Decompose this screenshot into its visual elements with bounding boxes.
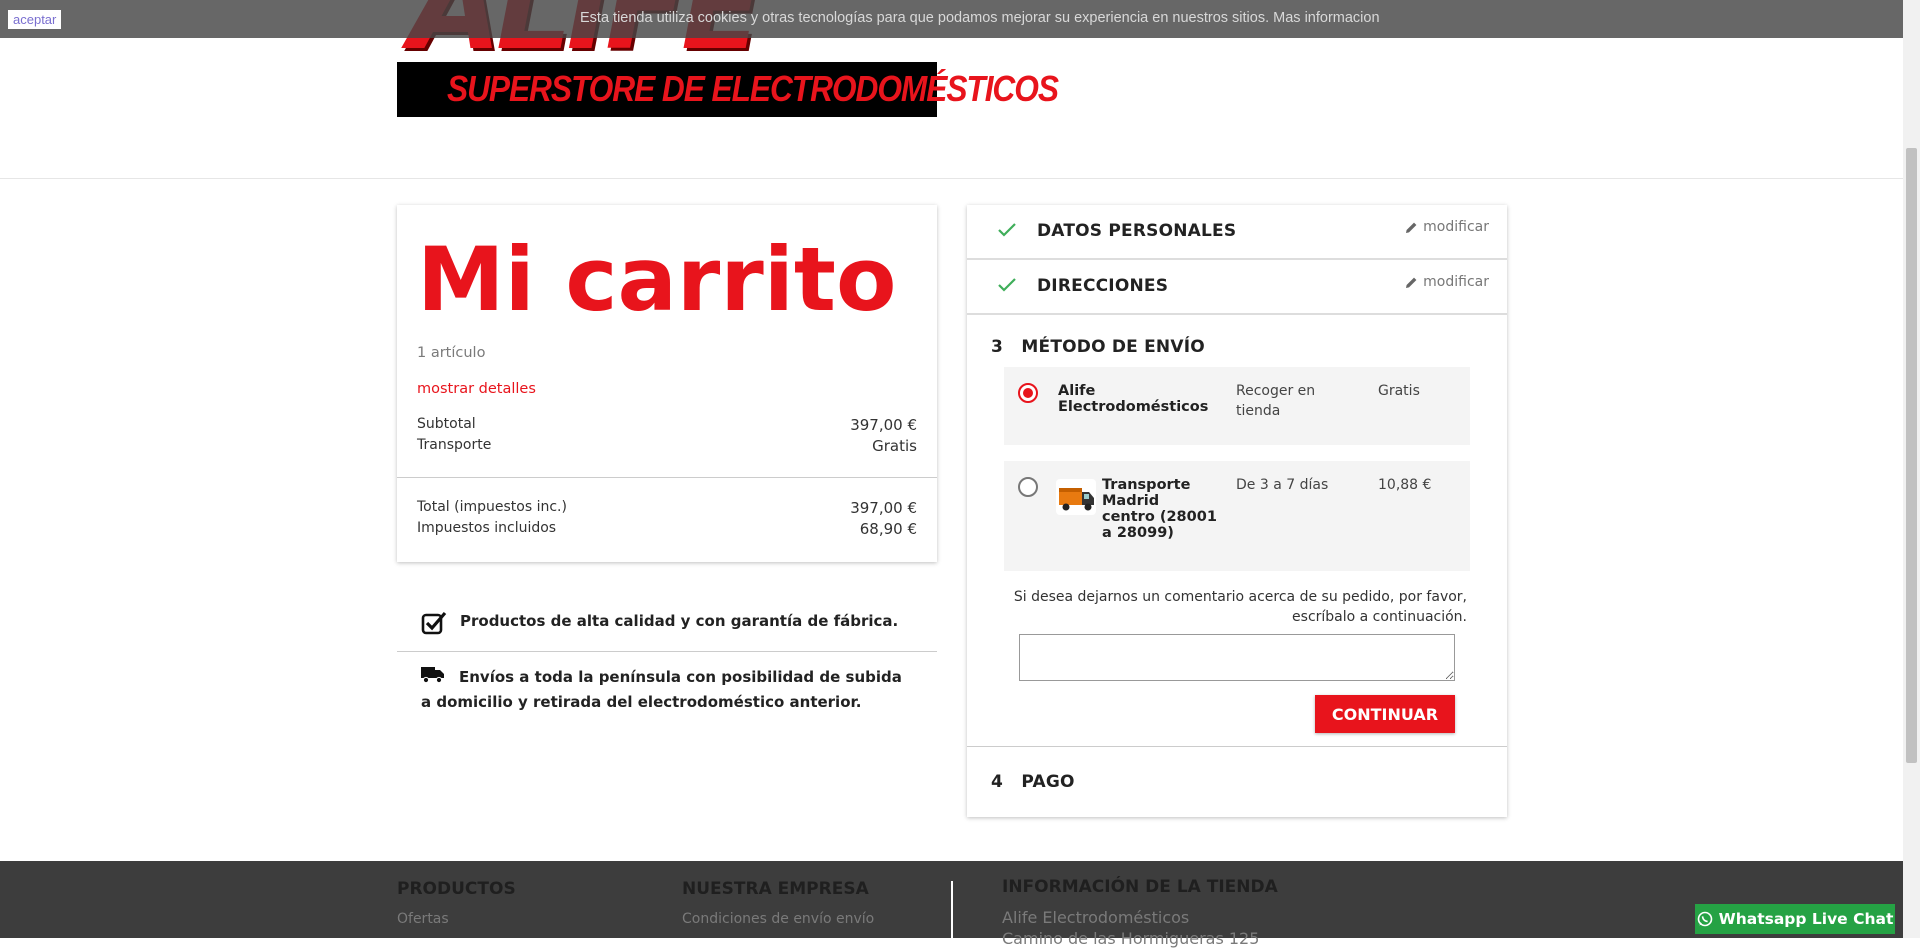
carrier-madrid-price: 10,88 €	[1378, 477, 1432, 493]
step-payment-number: 4	[991, 772, 1004, 792]
pencil-icon	[1406, 222, 1417, 233]
shipping-label: Transporte	[417, 437, 492, 453]
carrier-pickup-radio[interactable]	[1018, 383, 1038, 403]
checkbox-check-icon	[421, 611, 447, 639]
step-payment-header: 4 PAGO	[991, 772, 1075, 792]
reassurance-quality: Productos de alta calidad y con garantía…	[397, 605, 937, 652]
tax-value: 68,90 €	[859, 520, 917, 538]
delivery-truck-icon	[1056, 479, 1096, 515]
footer-shipping-conditions-link[interactable]: Condiciones de envío envío	[682, 911, 874, 927]
reassurance-quality-text: Productos de alta calidad y con garantía…	[460, 612, 899, 630]
pencil-icon	[1406, 277, 1417, 288]
cart-title: Mi carrito	[417, 228, 897, 331]
tax-row: Impuestos incluidos 68,90 €	[417, 520, 917, 538]
step-shipping-method-header: 3 MÉTODO DE ENVÍO	[991, 337, 1205, 357]
logo-banner: SUPERSTORE DE ELECTRODOMÉSTICOS	[397, 62, 1059, 117]
step-shipping-number: 3	[991, 337, 1004, 357]
carrier-pickup-name: Alife Electrodomésticos	[1058, 383, 1209, 415]
total-value: 397,00 €	[850, 499, 917, 517]
edit-addresses-label: modificar	[1423, 274, 1489, 290]
show-details-link[interactable]: mostrar detalles	[417, 381, 536, 397]
footer-products-title: PRODUCTOS	[397, 879, 516, 899]
carrier-option-pickup[interactable]: Alife Electrodomésticos Recoger en tiend…	[1004, 367, 1470, 445]
order-comment-label: Si desea dejarnos un comentario acerca d…	[1013, 589, 1467, 625]
subtotal-label: Subtotal	[417, 416, 476, 432]
footer-offers-link[interactable]: Ofertas	[397, 911, 449, 927]
cookie-accept-button[interactable]: aceptar	[8, 10, 62, 29]
edit-personal-data-label: modificar	[1423, 219, 1489, 235]
reassurance-shipping: Envíos a toda la península con posibilid…	[397, 665, 937, 714]
logo-tagline: SUPERSTORE DE ELECTRODOMÉSTICOS	[447, 68, 1059, 109]
whatsapp-icon	[1697, 911, 1712, 927]
step-payment-title: PAGO	[1021, 772, 1075, 792]
truck-icon	[421, 666, 445, 690]
payment-divider	[967, 746, 1507, 747]
shipping-row: Transporte Gratis	[417, 437, 917, 455]
footer-store-address: Camino de las Hormigueras 125	[1002, 929, 1260, 948]
cart-divider	[397, 477, 937, 478]
checkmark-icon	[997, 222, 1017, 242]
whatsapp-label: Whatsapp Live Chat	[1718, 910, 1894, 928]
footer-company-title: NUESTRA EMPRESA	[682, 879, 869, 899]
cart-item-count: 1 artículo	[417, 345, 486, 361]
carrier-option-madrid[interactable]: Transporte Madrid centro (28001 a 28099)…	[1004, 461, 1470, 571]
checkout-steps: DATOS PERSONALES modificar DIRECCIONES m…	[967, 205, 1507, 817]
edit-addresses-link[interactable]: modificar	[1405, 274, 1489, 290]
page-scrollbar[interactable]	[1903, 0, 1920, 938]
step-personal-data-title: DATOS PERSONALES	[1037, 221, 1237, 241]
total-label: Total (impuestos inc.)	[417, 499, 567, 515]
subtotal-value: 397,00 €	[850, 416, 917, 434]
reassurance-shipping-text: Envíos a toda la península con posibilid…	[421, 668, 902, 711]
cookie-notice-text: Esta tienda utiliza cookies y otras tecn…	[580, 10, 1380, 26]
order-comment-textarea[interactable]	[1019, 634, 1455, 681]
continue-button[interactable]: CONTINUAR	[1315, 695, 1455, 733]
total-row: Total (impuestos inc.) 397,00 €	[417, 499, 917, 517]
carrier-madrid-delay: De 3 a 7 días	[1236, 477, 1329, 493]
step-addresses[interactable]: DIRECCIONES modificar	[967, 260, 1507, 315]
carrier-pickup-price: Gratis	[1378, 383, 1420, 399]
cart-summary: Mi carrito 1 artículo mostrar detalles S…	[397, 205, 937, 562]
edit-personal-data-link[interactable]: modificar	[1405, 219, 1489, 235]
footer-store-info-title: INFORMACIÓN DE LA TIENDA	[1002, 877, 1278, 897]
carrier-madrid-radio[interactable]	[1018, 477, 1038, 497]
site-footer: PRODUCTOS Ofertas NUESTRA EMPRESA Condic…	[0, 861, 1903, 948]
tax-label: Impuestos incluidos	[417, 520, 557, 536]
checkmark-icon	[997, 277, 1017, 297]
step-addresses-title: DIRECCIONES	[1037, 276, 1169, 296]
subtotal-row: Subtotal 397,00 €	[417, 416, 917, 434]
footer-divider	[951, 881, 953, 938]
carrier-pickup-delay: Recoger en tienda	[1236, 383, 1316, 419]
step-personal-data[interactable]: DATOS PERSONALES modificar	[967, 205, 1507, 260]
shipping-value: Gratis	[872, 437, 917, 455]
whatsapp-chat-button[interactable]: Whatsapp Live Chat	[1695, 904, 1895, 934]
carrier-madrid-name: Transporte Madrid centro (28001 a 28099)	[1102, 477, 1217, 541]
step-shipping-title: MÉTODO DE ENVÍO	[1021, 337, 1205, 357]
footer-store-name: Alife Electrodomésticos	[1002, 908, 1190, 927]
cookie-banner: aceptar Esta tienda utiliza cookies y ot…	[0, 0, 1903, 38]
scrollbar-thumb[interactable]	[1906, 148, 1917, 763]
